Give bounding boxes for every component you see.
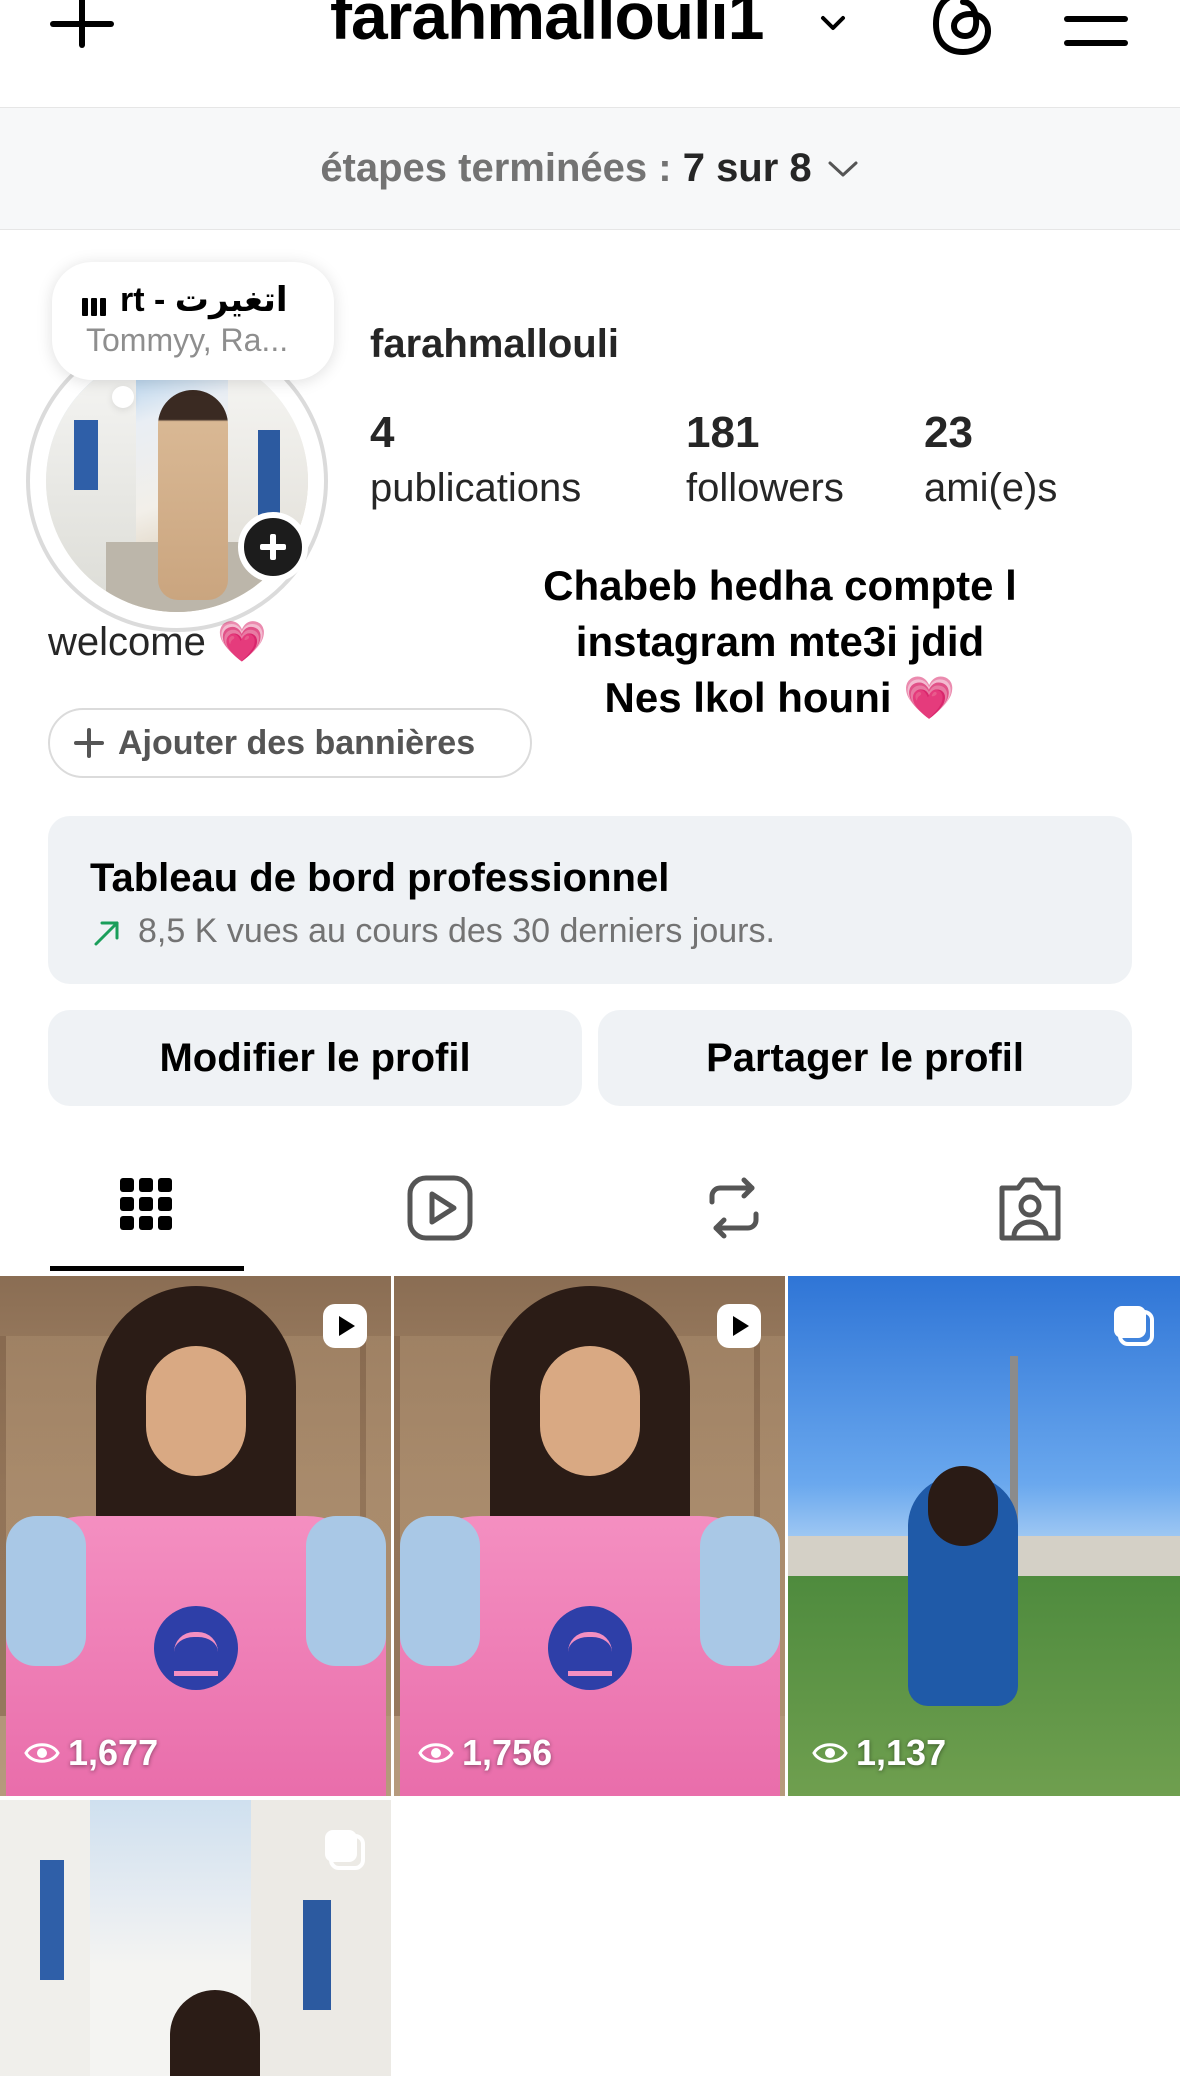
reel-play-icon [323,1304,367,1348]
bio-text: Chabeb hedha compte l instagram mte3i jd… [480,558,1080,726]
stat-friends-label[interactable]: ami(e)s [924,466,1057,511]
post-view-count: 1,137 [856,1732,947,1773]
bio-line: Nes lkol houni 💗 [604,674,956,721]
create-plus-icon[interactable] [50,0,114,54]
add-banners-label: Ajouter des bannières [118,723,476,762]
completed-steps-bar[interactable]: étapes terminées : 7 sur 8 [0,108,1180,230]
steps-text: étapes terminées : 7 sur 8 [320,146,811,191]
eye-icon [24,1743,60,1763]
top-header: farahmallouli1 [0,0,1180,108]
dashboard-title: Tableau de bord professionnel [90,856,670,900]
stat-followers-count[interactable]: 181 [686,408,759,458]
bio-welcome: welcome 💗 [48,620,267,664]
stat-followers-label[interactable]: followers [686,466,844,511]
stat-publications-label[interactable]: publications [370,466,581,511]
music-title: rt - اتغيرت [120,281,288,319]
post-view-count: 1,756 [462,1732,553,1773]
steps-value: 7 sur 8 [682,146,812,190]
steps-label: étapes terminées : [320,146,683,190]
carousel-icon [1114,1306,1154,1346]
eye-icon [812,1743,848,1763]
post-views: 1,677 [24,1732,158,1774]
tagged-icon[interactable] [990,1168,1070,1248]
eye-icon [418,1743,454,1763]
threads-icon[interactable] [930,0,996,58]
post-thumbnail[interactable]: 1,677 [0,1276,391,1796]
professional-dashboard-card[interactable]: Tableau de bord professionnel 8,5 K vues… [48,816,1132,984]
reel-play-icon [717,1304,761,1348]
grid-icon[interactable] [106,1168,186,1248]
music-note-bubble[interactable]: rt - اتغيرت Tommyy, Ra... [52,262,334,408]
stat-publications-count[interactable]: 4 [370,408,394,458]
trend-up-arrow-icon [94,921,119,946]
carousel-icon [325,1830,365,1870]
music-artist: Tommyy, Ra... [86,322,289,358]
bio-line: instagram mte3i jdid [575,618,985,665]
share-profile-button[interactable]: Partager le profil [598,1010,1132,1106]
post-thumbnail[interactable]: 1,137 [788,1276,1180,1796]
post-view-count: 1,677 [68,1732,159,1773]
active-tab-indicator [50,1266,244,1271]
reposts-icon[interactable] [694,1168,774,1248]
profile-name: farahmallouli [370,322,619,366]
bio-line: Chabeb hedha compte l [543,562,1017,609]
add-story-plus-icon[interactable] [238,512,308,582]
post-thumbnail[interactable]: 1,756 [394,1276,785,1796]
post-views: 1,756 [418,1732,552,1774]
reels-icon[interactable] [400,1168,480,1248]
dashboard-subtitle: 8,5 K vues au cours des 30 derniers jour… [138,912,775,950]
add-banners-button[interactable]: Ajouter des bannières [48,708,532,778]
post-thumbnail[interactable] [0,1800,391,2076]
music-bars-icon [82,294,106,316]
header-username[interactable]: farahmallouli1 [330,0,764,54]
post-views: 1,137 [812,1732,946,1774]
menu-hamburger-icon[interactable] [1064,0,1128,48]
stat-friends-count[interactable]: 23 [924,408,973,458]
chevron-down-icon[interactable] [820,10,846,36]
edit-profile-button[interactable]: Modifier le profil [48,1010,582,1106]
plus-icon [74,728,104,758]
chevron-down-icon [828,161,858,176]
